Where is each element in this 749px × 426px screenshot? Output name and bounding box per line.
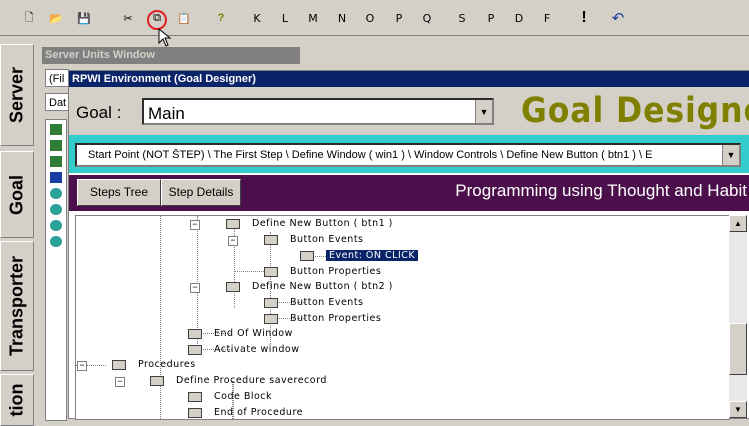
globe-icon[interactable]	[50, 204, 62, 215]
steps-tree: − − − − − Define New Button ( btn1 ) But…	[75, 215, 730, 420]
tree-node[interactable]: Code Block	[188, 390, 272, 404]
table-icon[interactable]	[50, 172, 62, 183]
tagline: Programming using Thought and Habit	[455, 181, 747, 200]
tool-s-button[interactable]: S	[451, 8, 473, 28]
tree-node[interactable]: Button Events	[264, 296, 364, 310]
cut-icon[interactable]: ✂	[117, 8, 139, 28]
paste-icon[interactable]: 📋	[173, 8, 195, 28]
globe-icon[interactable]	[50, 236, 62, 247]
step-icon	[188, 344, 202, 355]
tab-server[interactable]: Server	[0, 44, 34, 146]
tool-n-button[interactable]: N	[331, 8, 353, 28]
tree-node[interactable]: End of Procedure	[188, 406, 303, 419]
tree-node[interactable]: Define New Button ( btn2 )	[226, 280, 393, 294]
goal-designer-window: RPWI Environment (Goal Designer) Goal : …	[68, 70, 749, 420]
tool-d-button[interactable]: D	[508, 8, 530, 28]
tool-p-button[interactable]: P	[388, 8, 410, 28]
chevron-down-icon[interactable]: ▼	[475, 100, 492, 123]
tree-connector	[160, 216, 161, 419]
exclamation-button[interactable]: !	[573, 8, 595, 28]
tool-p2-button[interactable]: P	[480, 8, 502, 28]
tree-node-selected[interactable]: Event: ON CLICK	[300, 249, 419, 263]
step-icon	[264, 313, 278, 324]
tool-f-button[interactable]: F	[536, 8, 558, 28]
step-path-select[interactable]: Start Point (NOT S̄TEP) \ The First Step…	[75, 143, 741, 167]
help-icon[interactable]: ?	[210, 8, 232, 28]
goal-row: Goal : Main ▼ Goal Designer	[69, 87, 749, 135]
step-icon	[188, 391, 202, 402]
tool-k-button[interactable]: K	[246, 8, 268, 28]
click-highlight-ring	[147, 10, 167, 30]
globe-icon[interactable]	[50, 188, 62, 199]
scroll-up-icon[interactable]: ▲	[729, 215, 747, 232]
server-unit-icon[interactable]	[50, 140, 62, 151]
tool-m-button[interactable]: M	[302, 8, 324, 28]
step-icon	[226, 281, 240, 292]
server-unit-icon[interactable]	[50, 124, 62, 135]
open-folder-icon[interactable]: 📂	[45, 8, 67, 28]
tree-expander[interactable]: −	[190, 283, 200, 293]
tab-bar: Steps Tree Step Details Programming usin…	[69, 175, 749, 211]
tool-o-button[interactable]: O	[359, 8, 381, 28]
step-icon	[300, 250, 314, 261]
tool-l-button[interactable]: L	[274, 8, 296, 28]
step-icon	[264, 297, 278, 308]
tree-scrollbar[interactable]: ▲ ▼	[729, 215, 747, 418]
tree-node[interactable]: Button Events	[264, 233, 364, 247]
tab-action[interactable]: tion	[0, 374, 34, 426]
tree-expander[interactable]: −	[190, 220, 200, 230]
tree-node[interactable]: End Of Window	[188, 327, 293, 341]
tab-transporter-label: Transporter	[6, 255, 27, 357]
tab-goal-label: Goal	[6, 174, 27, 215]
tree-node[interactable]: Procedures	[112, 358, 196, 372]
tab-action-label: tion	[6, 383, 27, 417]
scroll-thumb[interactable]	[729, 323, 747, 375]
server-data-field[interactable]: Dat	[45, 93, 69, 111]
mouse-cursor-icon	[158, 28, 172, 47]
step-icon	[264, 266, 278, 277]
goal-designer-heading: Goal Designer	[521, 91, 749, 131]
left-sidebar: Server Goal Transporter tion	[0, 36, 40, 426]
tab-transporter[interactable]: Transporter	[0, 241, 34, 371]
tree-node[interactable]: Define Procedure saverecord	[150, 374, 327, 388]
tab-steps-tree[interactable]: Steps Tree	[77, 179, 161, 206]
server-filter-field[interactable]: (Fil	[45, 69, 69, 87]
step-path-text: Start Point (NOT S̄TEP) \ The First Step…	[88, 149, 653, 161]
goal-select-value: Main	[148, 104, 185, 123]
tree-node[interactable]: Button Properties	[264, 312, 381, 326]
step-icon	[188, 407, 202, 418]
main-toolbar: 🗋 📂 💾 ✂ ⧉ 📋 ? K L M N O P Q S P D F ! ↶	[0, 0, 749, 36]
tab-server-label: Server	[6, 66, 27, 124]
server-icon-list	[45, 119, 67, 421]
goal-select[interactable]: Main ▼	[142, 98, 494, 125]
server-window-title: Server Units Window	[42, 47, 300, 64]
tree-node[interactable]: Button Properties	[264, 265, 381, 279]
tree-expander[interactable]: −	[77, 361, 87, 371]
step-icon	[226, 218, 240, 229]
tree-node[interactable]: Define New Button ( btn1 )	[226, 217, 393, 231]
goal-label: Goal :	[76, 103, 122, 122]
tool-q-button[interactable]: Q	[416, 8, 438, 28]
undo-icon[interactable]: ↶	[607, 8, 629, 28]
scroll-down-icon[interactable]: ▼	[729, 401, 747, 418]
tree-expander[interactable]: −	[228, 236, 238, 246]
save-icon[interactable]: 💾	[73, 8, 95, 28]
tab-goal[interactable]: Goal	[0, 151, 34, 238]
goal-designer-title-bar: RPWI Environment (Goal Designer)	[69, 71, 749, 87]
step-icon	[264, 234, 278, 245]
server-unit-icon[interactable]	[50, 156, 62, 167]
tree-node[interactable]: Activate window	[188, 343, 300, 357]
step-icon	[150, 375, 164, 386]
tree-expander[interactable]: −	[115, 377, 125, 387]
path-bar: Start Point (NOT S̄TEP) \ The First Step…	[69, 135, 749, 173]
globe-icon[interactable]	[50, 220, 62, 231]
chevron-down-icon[interactable]: ▼	[722, 145, 739, 165]
new-file-icon[interactable]: 🗋	[18, 8, 40, 28]
step-icon	[112, 359, 126, 370]
step-icon	[188, 328, 202, 339]
tab-step-details[interactable]: Step Details	[161, 179, 241, 206]
